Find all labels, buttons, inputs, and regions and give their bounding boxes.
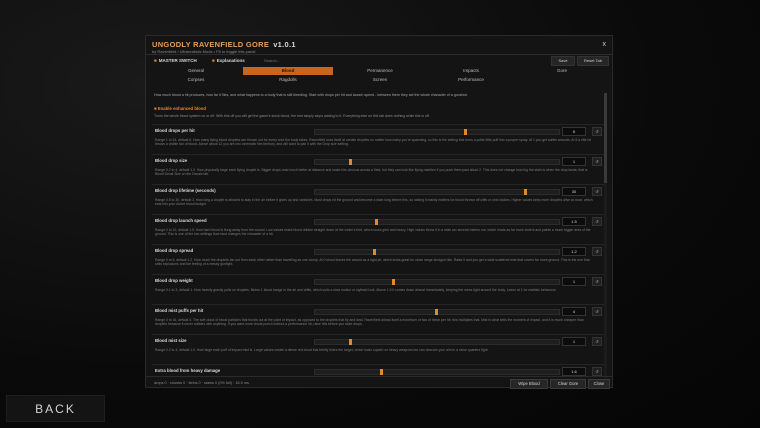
setting-name: Blood drop launch speed bbox=[155, 218, 207, 223]
enable-enhanced-blood-desc: Turns the whole blood system on or off. … bbox=[154, 114, 430, 118]
setting-slider[interactable] bbox=[314, 159, 560, 165]
setting-name: Blood drop spread bbox=[155, 248, 194, 253]
master-switch-toggle[interactable]: ■ MASTER SWITCH bbox=[154, 58, 197, 63]
tab-ragdolls[interactable]: Ragdolls bbox=[243, 76, 333, 84]
setting-description: Range 0 to 16, default 4. The soft cloud… bbox=[155, 318, 584, 327]
setting-slider[interactable] bbox=[314, 129, 560, 135]
tab-blood[interactable]: Blood bbox=[243, 67, 333, 75]
setting-row: Blood drop lifetime (seconds) 30 ↺ Range 0.… bbox=[152, 184, 604, 214]
setting-value-input[interactable]: 1.2 bbox=[562, 247, 586, 256]
search-input[interactable]: Search... bbox=[264, 58, 280, 63]
setting-row: Blood mist size 1 ↺ Range 0.2 to 4, default… bbox=[152, 334, 604, 364]
slider-handle[interactable] bbox=[464, 129, 467, 135]
slider-handle[interactable] bbox=[375, 219, 378, 225]
toggle-on-icon: ■ bbox=[212, 58, 215, 63]
slider-handle[interactable] bbox=[380, 369, 383, 375]
slider-handle[interactable] bbox=[435, 309, 438, 315]
slider-handle[interactable] bbox=[524, 189, 527, 195]
tab-permanence[interactable]: Permanence bbox=[335, 67, 425, 75]
setting-value-input[interactable]: 4 bbox=[562, 307, 586, 316]
slider-handle[interactable] bbox=[349, 339, 352, 345]
panel-title: UNGODLY RAVENFIELD GORE v1.0.1 bbox=[152, 40, 296, 49]
reset-setting-icon[interactable]: ↺ bbox=[592, 367, 602, 376]
slider-handle[interactable] bbox=[392, 279, 395, 285]
close-button[interactable]: Close bbox=[588, 379, 610, 389]
setting-value-input[interactable]: 1.5 bbox=[562, 217, 586, 226]
setting-value-input[interactable]: 1.6 bbox=[562, 367, 586, 376]
wipe-blood-button[interactable]: Wipe Blood bbox=[510, 379, 548, 389]
setting-description: Range 0.1 to 3, default 1. How heavily g… bbox=[155, 288, 557, 292]
mod-settings-panel: UNGODLY RAVENFIELD GORE v1.0.1 by Ravenfi… bbox=[145, 35, 613, 389]
setting-value-input[interactable]: 1 bbox=[562, 277, 586, 286]
tab-row-1: General Blood Permanence Impacts Gore bbox=[151, 67, 607, 76]
setting-row: Blood drop size 1 ↺ Range 0.2 to 4, default… bbox=[152, 154, 604, 184]
panel-footer: drops 0 · chunks 0 · limbs 0 · stains 0 … bbox=[146, 376, 612, 389]
tab-corpses[interactable]: Corpses bbox=[151, 76, 241, 84]
blood-stats: drops 0 · chunks 0 · limbs 0 · stains 0 … bbox=[154, 381, 249, 385]
setting-name: Blood mist puffs per hit bbox=[155, 308, 204, 313]
setting-description: Range 0 to 10, default 1.5. How hard blo… bbox=[155, 228, 591, 237]
tab-bar: General Blood Permanence Impacts Gore Co… bbox=[151, 67, 607, 85]
setting-row: Blood mist puffs per hit 4 ↺ Range 0 to 16,… bbox=[152, 304, 604, 334]
tab-intro-text: How much blood a hit produces, how far i… bbox=[154, 93, 468, 97]
reset-setting-icon[interactable]: ↺ bbox=[592, 337, 602, 346]
reset-setting-icon[interactable]: ↺ bbox=[592, 157, 602, 166]
tab-row-2: Corpses Ragdolls Screen Performance bbox=[151, 76, 607, 85]
setting-row: Blood drops per hit 6 ↺ Range 1 to 24, defa… bbox=[152, 124, 604, 154]
setting-value-input[interactable]: 6 bbox=[562, 127, 586, 136]
save-button[interactable]: Save bbox=[551, 56, 575, 66]
tab-impacts[interactable]: Impacts bbox=[426, 67, 516, 75]
close-icon[interactable]: x bbox=[603, 41, 607, 48]
setting-description: Range 0.2 to 4, default 1.0. How physica… bbox=[155, 168, 588, 177]
setting-slider[interactable] bbox=[314, 249, 560, 255]
explanations-toggle[interactable]: ■ Explanations bbox=[212, 58, 245, 63]
setting-description: Range 0 to 5, default 1.2. How much the … bbox=[155, 258, 590, 267]
reset-setting-icon[interactable]: ↺ bbox=[592, 127, 602, 136]
setting-name: Blood drop lifetime (seconds) bbox=[155, 188, 216, 193]
tab-screen[interactable]: Screen bbox=[335, 76, 425, 84]
slider-handle[interactable] bbox=[373, 249, 376, 255]
reset-setting-icon[interactable]: ↺ bbox=[592, 217, 602, 226]
setting-slider[interactable] bbox=[314, 279, 560, 285]
setting-name: Blood drops per hit bbox=[155, 128, 195, 133]
scrollbar[interactable] bbox=[604, 93, 607, 378]
toolbar: ■ MASTER SWITCH ■ Explanations Search... S… bbox=[146, 54, 612, 67]
setting-slider[interactable] bbox=[314, 369, 560, 375]
reset-setting-icon[interactable]: ↺ bbox=[592, 187, 602, 196]
scrollbar-thumb[interactable] bbox=[604, 93, 607, 183]
setting-slider[interactable] bbox=[314, 189, 560, 195]
setting-row: Blood drop weight 1 ↺ Range 0.1 to 3, defau… bbox=[152, 274, 604, 304]
setting-slider[interactable] bbox=[314, 339, 560, 345]
setting-slider[interactable] bbox=[314, 219, 560, 225]
tab-gore[interactable]: Gore bbox=[517, 67, 607, 75]
setting-name: Extra blood from heavy damage bbox=[155, 368, 221, 373]
reset-tab-button[interactable]: Reset Tab bbox=[577, 56, 609, 66]
reset-setting-icon[interactable]: ↺ bbox=[592, 277, 602, 286]
setting-description: Range 0.2 to 4, default 1.0. How large e… bbox=[155, 348, 489, 352]
setting-row: Blood drop launch speed 1.5 ↺ Range 0 to 10… bbox=[152, 214, 604, 244]
enable-enhanced-blood-toggle[interactable]: ■ Enable enhanced blood bbox=[154, 106, 206, 111]
tab-general[interactable]: General bbox=[151, 67, 241, 75]
setting-name: Blood mist size bbox=[155, 338, 187, 343]
settings-list: Blood drops per hit 6 ↺ Range 1 to 24, defa… bbox=[152, 124, 604, 394]
back-button[interactable]: BACK bbox=[6, 395, 105, 422]
toggle-on-icon: ■ bbox=[154, 58, 157, 63]
version-label: v1.0.1 bbox=[273, 40, 296, 49]
slider-handle[interactable] bbox=[349, 159, 352, 165]
clear-gore-button[interactable]: Clear Gore bbox=[550, 379, 586, 389]
setting-name: Blood drop size bbox=[155, 158, 188, 163]
reset-setting-icon[interactable]: ↺ bbox=[592, 307, 602, 316]
setting-value-input[interactable]: 1 bbox=[562, 337, 586, 346]
setting-value-input[interactable]: 1 bbox=[562, 157, 586, 166]
tab-performance[interactable]: Performance bbox=[426, 76, 516, 84]
setting-value-input[interactable]: 30 bbox=[562, 187, 586, 196]
setting-slider[interactable] bbox=[314, 309, 560, 315]
setting-name: Blood drop weight bbox=[155, 278, 193, 283]
setting-description: Range 0.5 to 30, default 3. How long a d… bbox=[155, 198, 593, 207]
setting-description: Range 1 to 24, default 6. How many flyin… bbox=[155, 138, 592, 147]
reset-setting-icon[interactable]: ↺ bbox=[592, 247, 602, 256]
setting-row: Blood drop spread 1.2 ↺ Range 0 to 5, defau… bbox=[152, 244, 604, 274]
